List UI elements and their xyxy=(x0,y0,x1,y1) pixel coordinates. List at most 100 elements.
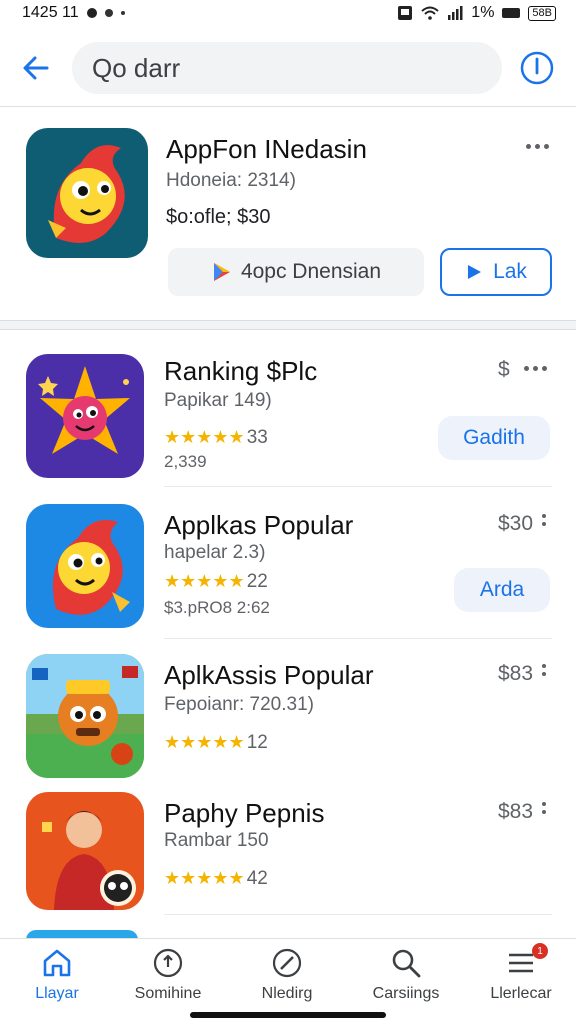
rating-stars: ★★★★★ 22 xyxy=(164,571,268,593)
star-icon: ★★★★★ xyxy=(164,427,245,447)
play-store-icon xyxy=(213,263,230,281)
list-item-action-button[interactable]: Gadith xyxy=(438,416,550,460)
more-button[interactable] xyxy=(542,802,546,814)
row-divider xyxy=(164,486,552,487)
list-item-extra: $3.pRO8 2:62 xyxy=(164,598,270,617)
row-divider xyxy=(164,914,552,915)
more-dot xyxy=(544,144,549,149)
search-input[interactable]: Qo darr xyxy=(72,42,502,94)
star-icon: ★★★★★ xyxy=(164,732,245,752)
dot-icon xyxy=(120,11,125,15)
rating-count: 12 xyxy=(246,732,268,753)
star-icon: ★★★★★ xyxy=(164,868,245,888)
list-item-extra: 2,339 xyxy=(164,452,207,471)
list-item-title: Applkas Popular xyxy=(164,510,354,540)
rating-count: 33 xyxy=(246,427,268,448)
list-item-subtitle: hapelar 2.3) xyxy=(164,542,266,563)
more-dot xyxy=(542,522,546,526)
rating-count: 22 xyxy=(246,571,268,592)
battery-icon xyxy=(502,8,521,18)
notification-icon xyxy=(86,8,97,18)
featured-app-card[interactable]: AppFon INedasin Hdoneia: 2314) $o:ofle; … xyxy=(0,108,576,320)
list-item[interactable]: Ranking $Plc Papikar 149) ★★★★★ 33 2,339 … xyxy=(0,340,576,488)
more-dot xyxy=(542,664,546,668)
signal-icon xyxy=(448,6,463,20)
home-indicator xyxy=(190,1012,386,1018)
featured-app-title: AppFon INedasin xyxy=(166,134,367,164)
more-dot xyxy=(533,366,538,371)
more-dot xyxy=(542,810,546,814)
more-button[interactable] xyxy=(524,366,547,371)
nav-item-add[interactable]: Somihine xyxy=(113,947,223,1003)
person-avatar-icon xyxy=(26,792,144,910)
list-item-action-button[interactable]: Arda xyxy=(454,568,550,612)
nav-label: Nledirg xyxy=(261,985,313,1002)
section-divider xyxy=(0,320,576,330)
info-button[interactable] xyxy=(518,49,556,87)
rating-stars: ★★★★★ 33 xyxy=(164,427,268,449)
list-item[interactable]: Paphy Pepnis Rambar 150 ★★★★★ 42 $83 xyxy=(0,786,576,926)
nav-label: Llerlecar xyxy=(490,985,552,1002)
list-item-title: Paphy Pepnis xyxy=(164,798,325,828)
featured-app-price: $o:ofle; $30 xyxy=(166,206,271,228)
top-search-bar: Qo darr xyxy=(0,26,576,106)
list-item-price: $ xyxy=(498,358,510,381)
more-dot xyxy=(542,514,546,518)
more-dot xyxy=(542,802,546,806)
more-dot xyxy=(524,366,529,371)
dragon-bird-icon xyxy=(26,504,144,628)
notification-badge: 1 xyxy=(532,943,548,959)
info-icon xyxy=(520,51,554,85)
nav-item-home[interactable]: Llayar xyxy=(2,947,112,1003)
more-button[interactable] xyxy=(542,514,546,526)
featured-primary-label: Lak xyxy=(493,260,527,283)
featured-more-button[interactable] xyxy=(526,144,549,149)
list-item-title: Ranking $Plc xyxy=(164,356,318,386)
featured-secondary-button[interactable]: 4opc Dnensian xyxy=(168,248,424,296)
photo-icon xyxy=(398,6,413,20)
cartoon-warrior-icon xyxy=(26,654,144,778)
star-creature-icon xyxy=(26,354,144,478)
add-circle-icon xyxy=(153,948,183,978)
wifi-icon xyxy=(421,6,439,20)
header-divider xyxy=(0,106,576,107)
list-item[interactable]: Applkas Popular hapelar 2.3) ★★★★★ 22 $3.… xyxy=(0,492,576,638)
search-query: Qo darr xyxy=(92,52,181,83)
list-item-price: $30 xyxy=(498,512,534,535)
star-icon: ★★★★★ xyxy=(164,571,245,591)
chat-icon xyxy=(104,9,113,17)
play-icon xyxy=(468,265,482,279)
list-item-price: $83 xyxy=(498,800,534,823)
more-dot xyxy=(542,672,546,676)
featured-app-subtitle: Hdoneia: 2314) xyxy=(166,170,296,191)
rating-stars: ★★★★★ 12 xyxy=(164,732,268,754)
more-dot xyxy=(542,366,547,371)
rating-stars: ★★★★★ 42 xyxy=(164,868,268,890)
nav-label: Llayar xyxy=(35,985,79,1002)
row-divider xyxy=(164,638,552,639)
more-dot xyxy=(526,144,531,149)
more-dot xyxy=(535,144,540,149)
dragon-bird-icon[interactable] xyxy=(26,128,148,258)
list-item[interactable]: AplkAssis Popular Fepoianr: 720.31) ★★★★… xyxy=(0,644,576,786)
featured-primary-button[interactable]: Lak xyxy=(440,248,552,296)
nav-label: Carsiings xyxy=(372,985,440,1002)
home-icon xyxy=(43,949,71,977)
search-icon xyxy=(392,949,421,978)
nav-label: Somihine xyxy=(134,985,202,1002)
featured-secondary-label: 4opc Dnensian xyxy=(240,260,382,283)
nav-item-menu[interactable]: 1 Llerlecar xyxy=(466,943,576,1003)
battery-percent: 1% xyxy=(471,4,495,21)
arrow-left-icon xyxy=(23,56,49,80)
status-time: 1425 11 xyxy=(22,4,79,21)
list-item-title: AplkAssis Popular xyxy=(164,660,374,690)
list-item-action-label: Arda xyxy=(479,578,525,601)
compass-icon xyxy=(272,948,302,978)
back-button[interactable] xyxy=(18,50,54,86)
list-item-price: $83 xyxy=(498,662,534,685)
list-item-subtitle: Papikar 149) xyxy=(164,390,272,411)
nav-item-explore[interactable]: Nledirg xyxy=(232,947,342,1003)
list-item-subtitle: Rambar 150 xyxy=(164,830,269,851)
nav-item-search[interactable]: Carsiings xyxy=(351,947,461,1003)
more-button[interactable] xyxy=(542,664,546,676)
